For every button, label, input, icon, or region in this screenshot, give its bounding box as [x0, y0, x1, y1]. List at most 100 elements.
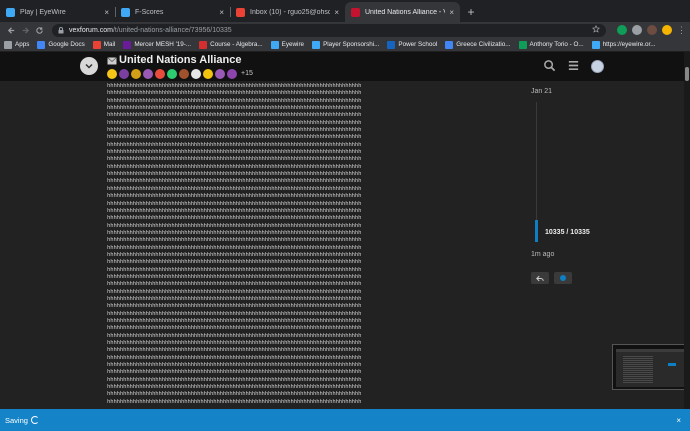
bookmark-item[interactable]: Eyewire — [270, 40, 305, 49]
bookmark-item[interactable]: Course - Algebra... — [199, 40, 263, 49]
scrollbar-thumb[interactable] — [685, 67, 689, 81]
post-text-line: hhhhhhhhhhhhhhhhhhhhhhhhhhhhhhhhhhhhhhhh… — [107, 273, 362, 280]
post-text-line: hhhhhhhhhhhhhhhhhhhhhhhhhhhhhhhhhhhhhhhh… — [107, 354, 362, 361]
post-text-line: hhhhhhhhhhhhhhhhhhhhhhhhhhhhhhhhhhhhhhhh… — [107, 391, 362, 398]
user-badge-icon[interactable] — [143, 68, 153, 79]
post-text-line: hhhhhhhhhhhhhhhhhhhhhhhhhhhhhhhhhhhhhhhh… — [107, 244, 362, 251]
bookmark-item[interactable]: Google Docs — [37, 40, 85, 49]
screen-recording-preview[interactable] — [612, 344, 687, 390]
extra-badges-count[interactable]: +15 — [241, 70, 253, 77]
timeline-end-date[interactable]: 1m ago — [531, 251, 554, 258]
post-text-line: hhhhhhhhhhhhhhhhhhhhhhhhhhhhhhhhhhhhhhhh… — [107, 251, 362, 258]
bookmarks-bar: Apps Google Docs Mail Mercer MESH '19-... Co… — [0, 38, 690, 52]
user-badge-icon[interactable] — [119, 68, 129, 79]
post-text-line: hhhhhhhhhhhhhhhhhhhhhhhhhhhhhhhhhhhhhhhh… — [107, 295, 362, 302]
extension-icon[interactable] — [647, 25, 657, 35]
hamburger-menu-icon[interactable] — [567, 59, 581, 73]
url-host: vexforum.com — [69, 26, 113, 34]
user-avatar[interactable] — [591, 59, 604, 73]
extension-icon[interactable] — [617, 25, 627, 35]
topic-timeline: Jan 21 10335 / 10335 1m ago — [531, 88, 611, 284]
topic-title[interactable]: United Nations Alliance — [119, 54, 241, 66]
bookmark-favicon-icon — [591, 40, 600, 49]
post-text-line: hhhhhhhhhhhhhhhhhhhhhhhhhhhhhhhhhhhhhhhh… — [107, 178, 362, 185]
tab-title: F-Scores — [135, 8, 164, 16]
post-text-line: hhhhhhhhhhhhhhhhhhhhhhhhhhhhhhhhhhhhhhhh… — [107, 347, 362, 354]
post-text-line: hhhhhhhhhhhhhhhhhhhhhhhhhhhhhhhhhhhhhhhh… — [107, 207, 362, 214]
menu-kebab-icon[interactable]: ⋮ — [677, 25, 686, 36]
browser-toolbar: vexforum.com/t/united-nations-alliance/7… — [0, 22, 690, 38]
vexforum-logo-icon[interactable] — [80, 57, 98, 75]
bookmark-item[interactable]: Apps — [4, 40, 29, 49]
post-text-line: hhhhhhhhhhhhhhhhhhhhhhhhhhhhhhhhhhhhhhhh… — [107, 149, 362, 156]
reload-icon[interactable] — [32, 23, 46, 37]
new-tab-button[interactable]: + — [462, 3, 480, 21]
close-icon[interactable]: × — [676, 416, 681, 425]
user-badge-icon[interactable] — [167, 68, 177, 79]
user-badge-icon[interactable] — [191, 68, 201, 79]
vex-favicon-icon — [351, 7, 360, 17]
timeline-track[interactable] — [536, 102, 537, 220]
timeline-scroller-handle[interactable] — [535, 220, 538, 242]
tab-inbox[interactable]: Inbox (10) - rguo25@ohschools... × — [230, 2, 345, 22]
bookmark-label: Eyewire — [281, 41, 305, 48]
close-icon[interactable]: × — [219, 8, 224, 17]
bookmark-item[interactable]: Player Sponsorshi... — [312, 40, 379, 49]
post-text-line: hhhhhhhhhhhhhhhhhhhhhhhhhhhhhhhhhhhhhhhh… — [107, 362, 362, 369]
post-text-line: hhhhhhhhhhhhhhhhhhhhhhhhhhhhhhhhhhhhhhhh… — [107, 119, 362, 126]
close-icon[interactable]: × — [334, 8, 339, 17]
user-badge-icon[interactable] — [215, 68, 225, 79]
bookmark-label: https://eyewire.or... — [602, 41, 656, 48]
user-badge-icon[interactable] — [179, 68, 189, 79]
tab-eyewire[interactable]: Play | EyeWire × — [0, 2, 115, 22]
forward-icon[interactable] — [18, 23, 32, 37]
bookmark-item[interactable]: Mercer MESH '19-... — [123, 40, 191, 49]
bookmark-item[interactable]: Anthony Torio - O... — [518, 40, 584, 49]
bookmark-favicon-icon — [518, 40, 527, 49]
post-text-line: hhhhhhhhhhhhhhhhhhhhhhhhhhhhhhhhhhhhhhhh… — [107, 384, 362, 391]
search-icon[interactable] — [543, 59, 557, 73]
url-path: /t/united-nations-alliance/73956/10335 — [112, 26, 232, 34]
extension-icon[interactable] — [632, 25, 642, 35]
user-badge-icon[interactable] — [227, 68, 237, 79]
post-text-line: hhhhhhhhhhhhhhhhhhhhhhhhhhhhhhhhhhhhhhhh… — [107, 97, 362, 104]
user-badge-icon[interactable] — [131, 68, 141, 79]
gmail-favicon-icon — [236, 7, 245, 17]
post-text-line: hhhhhhhhhhhhhhhhhhhhhhhhhhhhhhhhhhhhhhhh… — [107, 340, 362, 347]
vexforum-page: United Nations Alliance +15 hhhhhhhhhhhh… — [0, 52, 690, 409]
close-icon[interactable]: × — [449, 8, 454, 17]
bookmark-item[interactable]: Mail — [92, 40, 115, 49]
back-icon[interactable] — [4, 23, 18, 37]
post-text-line: hhhhhhhhhhhhhhhhhhhhhhhhhhhhhhhhhhhhhhhh… — [107, 215, 362, 222]
close-icon[interactable]: × — [104, 8, 109, 17]
user-badge-icon[interactable] — [155, 68, 165, 79]
bookmark-item[interactable]: https://eyewire.or... — [591, 40, 656, 49]
user-badge-icon[interactable] — [107, 68, 117, 79]
timeline-post-count: 10335 / 10335 — [545, 229, 590, 236]
notifications-button[interactable] — [554, 272, 572, 284]
post-text-line: hhhhhhhhhhhhhhhhhhhhhhhhhhhhhhhhhhhhhhhh… — [107, 171, 362, 178]
timeline-start-date[interactable]: Jan 21 — [531, 88, 611, 95]
bookmark-favicon-icon — [445, 40, 454, 49]
post-text-line: hhhhhhhhhhhhhhhhhhhhhhhhhhhhhhhhhhhhhhhh… — [107, 303, 362, 310]
bookmark-star-icon[interactable] — [591, 24, 601, 35]
bookmark-favicon-icon — [4, 40, 12, 49]
loading-spinner-icon — [30, 416, 39, 424]
user-badge-icon[interactable] — [203, 68, 213, 79]
post-text-line: hhhhhhhhhhhhhhhhhhhhhhhhhhhhhhhhhhhhhhhh… — [107, 229, 362, 236]
bookmark-item[interactable]: Greece Civilizatio... — [445, 40, 511, 49]
bookmark-item[interactable]: Power School — [387, 40, 437, 49]
post-text-line: hhhhhhhhhhhhhhhhhhhhhhhhhhhhhhhhhhhhhhhh… — [107, 318, 362, 324]
profile-avatar-icon[interactable] — [662, 25, 672, 35]
reply-button[interactable] — [531, 272, 549, 284]
page-scrollbar[interactable] — [684, 52, 690, 409]
post-text-line: hhhhhhhhhhhhhhhhhhhhhhhhhhhhhhhhhhhhhhhh… — [107, 105, 362, 112]
bookmark-label: Google Docs — [48, 41, 85, 48]
saving-label: Saving — [5, 415, 28, 425]
bookmark-favicon-icon — [199, 40, 208, 49]
tab-fscores[interactable]: F-Scores × — [115, 2, 230, 22]
tab-vexforum[interactable]: United Nations Alliance - VEX... × — [345, 2, 460, 22]
post-text-line: hhhhhhhhhhhhhhhhhhhhhhhhhhhhhhhhhhhhhhhh… — [107, 259, 362, 266]
post-text-line: hhhhhhhhhhhhhhhhhhhhhhhhhhhhhhhhhhhhhhhh… — [107, 369, 362, 376]
address-bar[interactable]: vexforum.com/t/united-nations-alliance/7… — [52, 23, 606, 37]
